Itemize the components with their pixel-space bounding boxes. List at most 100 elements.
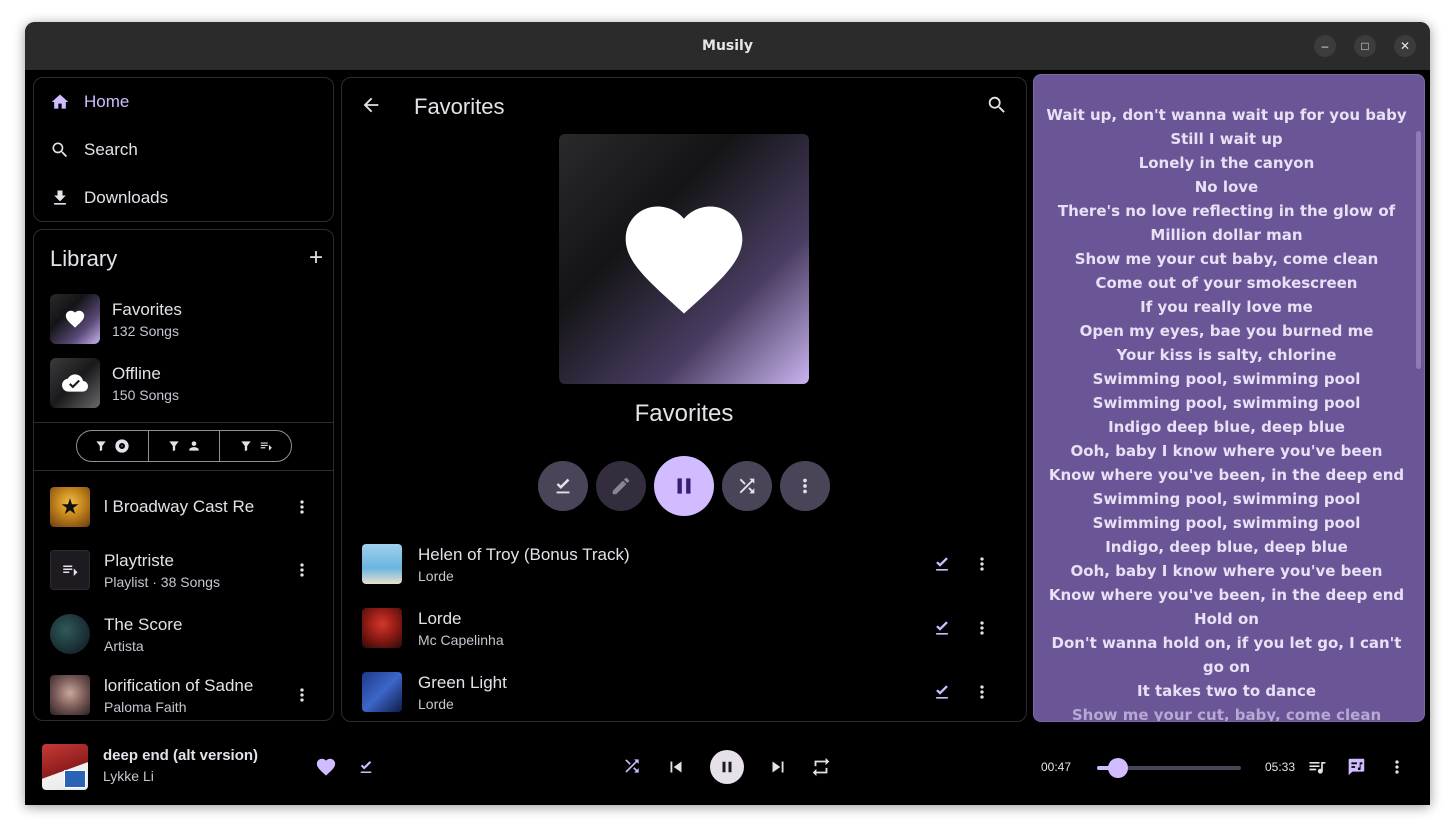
track-row[interactable]: Lorde Mc Capelinha	[362, 604, 1012, 652]
playlist-name: Favorites	[634, 400, 734, 427]
lyrics-panel[interactable]: Wait up, don't wanna wait up for you bab…	[1033, 74, 1425, 722]
close-button[interactable]: ✕	[1394, 35, 1416, 57]
track-title: Green Light	[418, 672, 507, 692]
heart-icon	[625, 206, 743, 314]
offline-name: Offline	[112, 363, 161, 383]
play-pause-button[interactable]	[710, 750, 744, 784]
album-art	[50, 675, 90, 715]
cloud-done-icon	[62, 374, 88, 392]
list-item[interactable]: lorification of Sadne Paloma Faith	[50, 668, 320, 720]
filters-divider	[34, 470, 333, 471]
filter-albums[interactable]	[77, 431, 149, 461]
downloaded-icon	[932, 618, 952, 643]
more-options-button[interactable]	[780, 461, 830, 511]
search-button[interactable]	[986, 94, 1008, 121]
play-pause-button[interactable]	[654, 456, 714, 516]
lyric-line: Hold on	[1194, 610, 1259, 628]
nav-item-home[interactable]: Home	[50, 92, 129, 112]
more-vert-icon	[980, 685, 984, 699]
more-options-button[interactable]	[292, 685, 312, 705]
nav-item-downloads[interactable]: Downloads	[50, 188, 168, 208]
progress-slider[interactable]	[1097, 758, 1241, 778]
library-title: Library	[50, 246, 118, 271]
shuffle-icon	[625, 759, 639, 773]
more-options-button[interactable]	[292, 560, 312, 580]
now-playing-art	[42, 744, 88, 790]
download-icon	[54, 190, 66, 205]
track-artist: Lorde	[418, 567, 454, 584]
lyric-line: Know where you've been, in the deep end	[1048, 466, 1405, 484]
app-window: Musily – □ ✕ Home Search Downloads Libra…	[25, 22, 1430, 805]
track-art	[362, 672, 402, 712]
lyric-line: go on	[1202, 658, 1251, 676]
list-item[interactable]: The Score Artista	[50, 607, 320, 661]
favorite-button[interactable]	[315, 756, 337, 778]
minimize-button[interactable]: –	[1314, 35, 1336, 57]
lyric-line: No love	[1194, 178, 1259, 196]
track-more-button[interactable]	[972, 618, 992, 643]
lyric-line: Swimming pool, swimming pool	[1092, 370, 1361, 388]
edit-playlist-button[interactable]	[596, 461, 646, 511]
download-done-icon	[556, 478, 570, 494]
filter-icon	[241, 441, 251, 452]
now-playing-artist: Lykke Li	[103, 768, 154, 784]
lyric-line: Swimming pool, swimming pool	[1092, 490, 1361, 508]
add-playlist-button[interactable]: +	[309, 246, 323, 270]
skip-next-icon	[772, 761, 784, 773]
playlist-icon	[260, 442, 272, 451]
list-item-title: l Broadway Cast Re	[104, 497, 254, 516]
more-vert-icon	[980, 557, 984, 571]
track-more-button[interactable]	[972, 554, 992, 579]
lyrics-scrollbar[interactable]	[1416, 131, 1421, 369]
filter-icon	[96, 441, 106, 452]
filter-artists[interactable]	[149, 431, 221, 461]
downloaded-icon	[932, 682, 952, 707]
library-offline[interactable]: Offline 150 Songs	[50, 358, 179, 408]
lyric-line: If you really love me	[1140, 298, 1313, 316]
home-icon	[51, 94, 69, 109]
downloaded-button[interactable]	[357, 758, 375, 776]
download-playlist-button[interactable]	[538, 461, 588, 511]
album-icon	[115, 439, 129, 453]
previous-button[interactable]	[665, 756, 687, 778]
favorites-count: 132 Songs	[112, 322, 179, 339]
back-button[interactable]	[360, 94, 382, 121]
lyric-line: Indigo deep blue, deep blue	[1108, 418, 1345, 436]
lyric-line: Wait up, don't wanna wait up for you bab…	[1046, 106, 1407, 124]
list-item-subtitle: Artista	[104, 637, 144, 654]
filter-playlists[interactable]	[220, 431, 291, 461]
lyric-line: Million dollar man	[1150, 226, 1303, 244]
nav-item-search[interactable]: Search	[50, 140, 138, 160]
list-item[interactable]: ★ l Broadway Cast Re	[50, 480, 320, 534]
nav-home-label: Home	[84, 92, 130, 111]
more-vert-icon	[803, 478, 807, 494]
repeat-button[interactable]	[810, 756, 832, 778]
maximize-button[interactable]: □	[1354, 35, 1376, 57]
queue-button[interactable]	[1307, 757, 1327, 777]
progress-thumb[interactable]	[1108, 758, 1129, 778]
offline-thumb	[50, 358, 100, 408]
shuffle-icon	[739, 478, 755, 494]
shuffle-button[interactable]	[722, 461, 772, 511]
favorites-name: Favorites	[112, 299, 182, 319]
track-artist: Mc Capelinha	[418, 631, 504, 648]
track-row[interactable]: Helen of Troy (Bonus Track) Lorde	[362, 540, 1012, 588]
more-options-button[interactable]	[292, 497, 312, 517]
lyrics-button[interactable]	[1345, 756, 1367, 778]
shuffle-button[interactable]	[622, 756, 642, 776]
more-options-button[interactable]	[1387, 757, 1407, 777]
track-art	[362, 608, 402, 648]
edit-icon	[612, 477, 630, 495]
total-time: 05:33	[1265, 760, 1296, 774]
player-bar: deep end (alt version) Lykke Li 00:47 05…	[25, 730, 1430, 805]
more-vert-icon	[1395, 760, 1399, 774]
lyric-line: Swimming pool, swimming pool	[1092, 514, 1361, 532]
next-button[interactable]	[767, 756, 789, 778]
repeat-icon	[812, 757, 830, 777]
list-item[interactable]: Playtriste Playlist · 38 Songs	[50, 543, 320, 597]
track-more-button[interactable]	[972, 682, 992, 707]
track-row[interactable]: Green Light Lorde	[362, 668, 1012, 716]
library-panel: Library + Favorites 132 Songs Offline 15…	[33, 229, 334, 721]
list-item-subtitle: Playlist · 38 Songs	[104, 573, 220, 590]
library-favorites[interactable]: Favorites 132 Songs	[50, 294, 182, 344]
